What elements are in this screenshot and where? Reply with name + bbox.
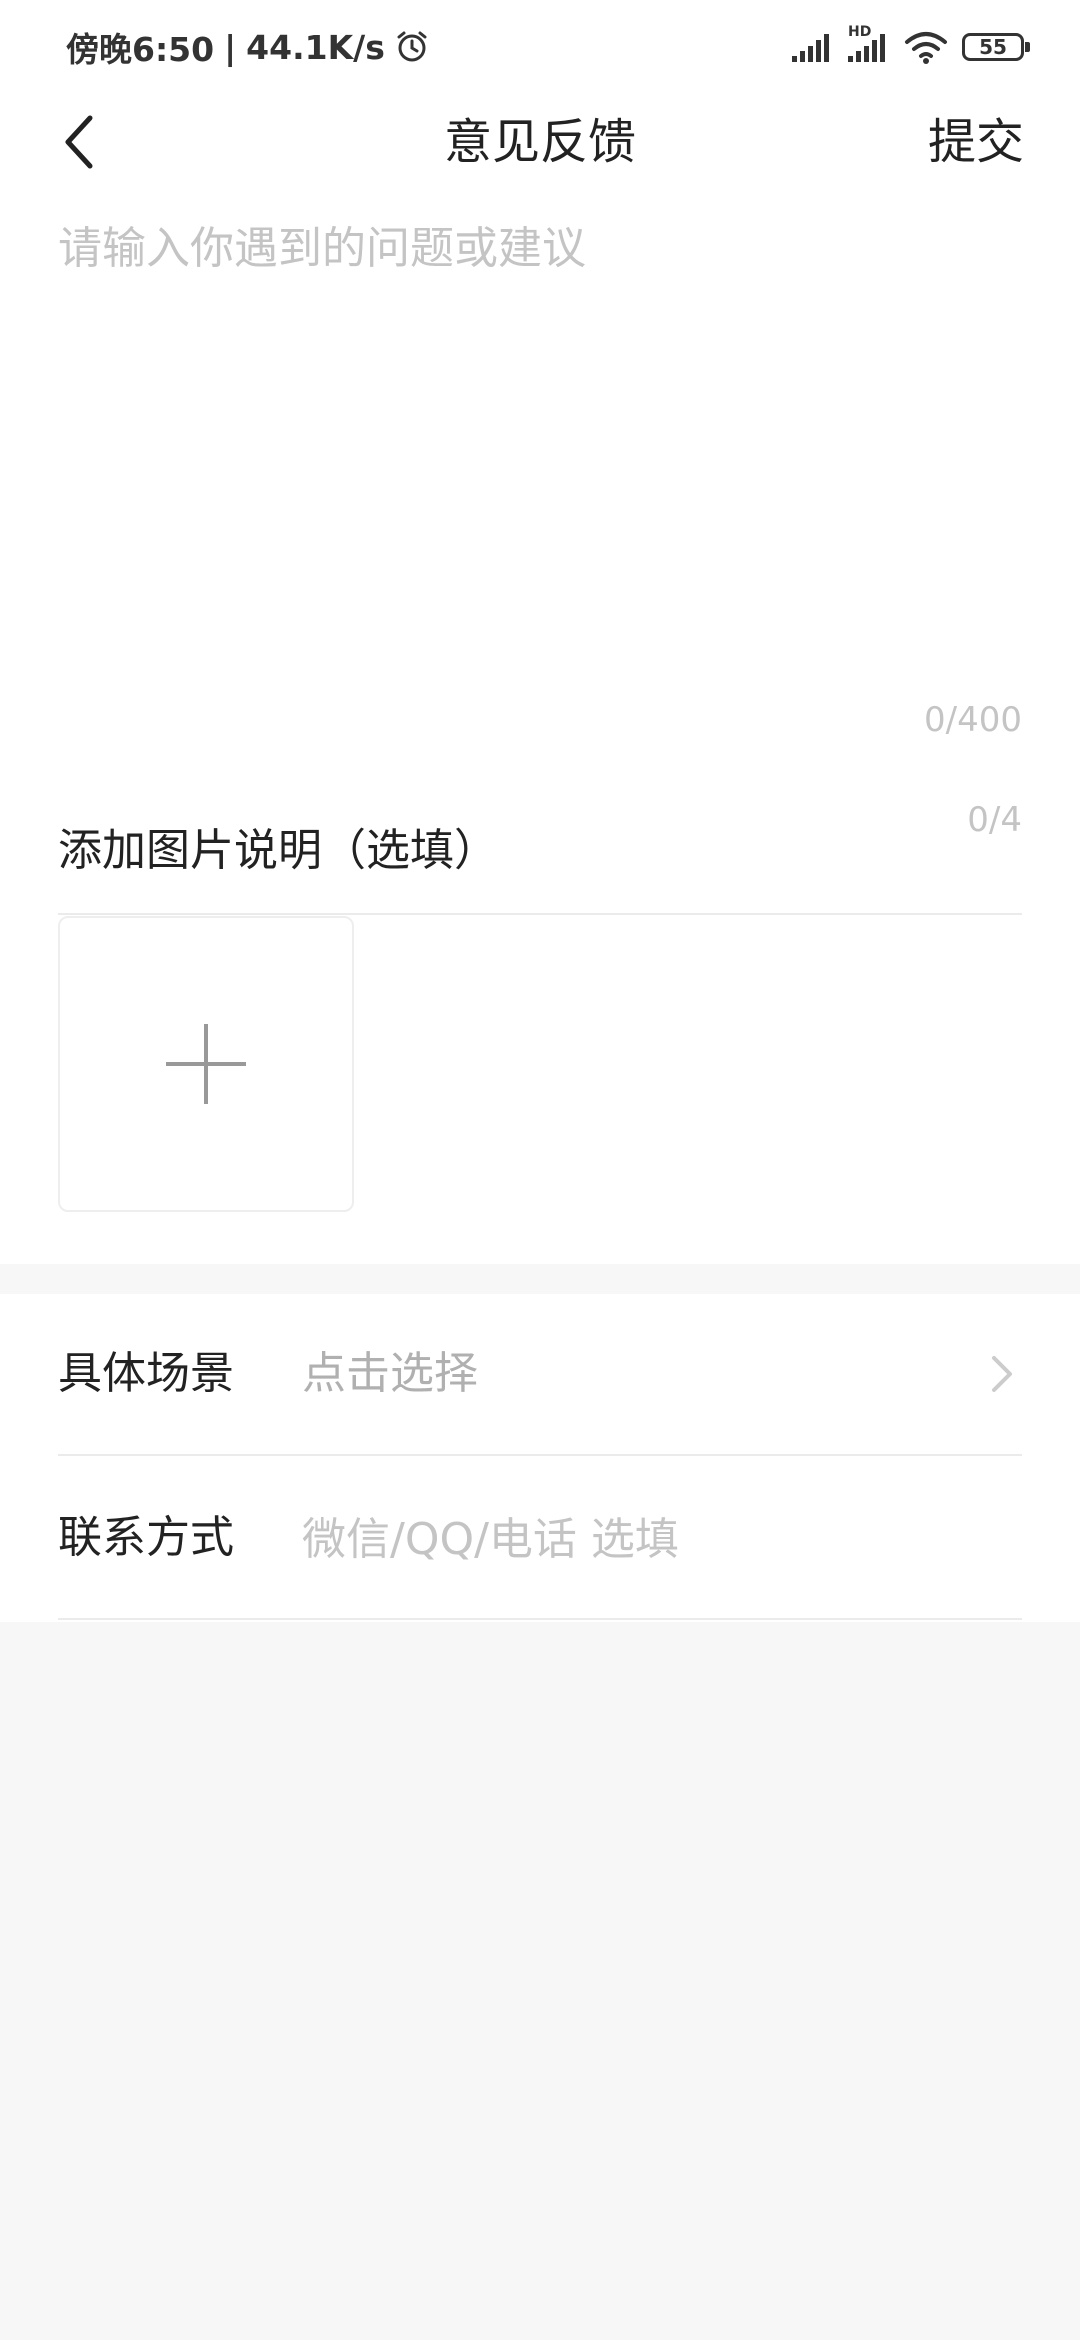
- status-bar: 傍晚6:50 | 44.1K/s HD 55: [0, 0, 1080, 92]
- char-count: 0/400: [924, 700, 1022, 740]
- hd-signal-icon: HD: [848, 24, 890, 62]
- chevron-right-icon: [982, 1349, 1022, 1399]
- page-title: 意见反馈: [443, 114, 636, 170]
- add-image-button[interactable]: [58, 916, 354, 1212]
- contact-input[interactable]: [302, 1508, 1002, 1570]
- header: 意见反馈 提交: [0, 92, 1080, 192]
- alarm-icon: [395, 30, 429, 64]
- back-button[interactable]: [50, 112, 110, 172]
- contact-row: 联系方式: [58, 1458, 1022, 1620]
- image-section-title: 添加图片说明（选填）: [58, 825, 498, 876]
- submit-button[interactable]: 提交: [928, 92, 1024, 192]
- feedback-page: 傍晚6:50 | 44.1K/s HD 55 意见反馈 提交 请输入你遇到的问题…: [0, 0, 1080, 2340]
- form-section: 具体场景 点击选择 联系方式: [0, 1294, 1080, 1622]
- feedback-section: 0/400 添加图片说明（选填） 0/4: [0, 192, 1080, 1264]
- scene-select[interactable]: 点击选择: [302, 1294, 478, 1456]
- wifi-icon: [904, 30, 948, 64]
- battery-level: 55: [979, 35, 1007, 59]
- feedback-input[interactable]: [58, 212, 1022, 672]
- status-right: HD 55: [792, 24, 1030, 70]
- scene-label: 具体场景: [58, 1348, 234, 1399]
- status-left: 傍晚6:50 | 44.1K/s: [66, 24, 429, 70]
- divider: [58, 913, 1022, 915]
- status-separator: |: [224, 27, 237, 67]
- signal-icon: [792, 32, 834, 62]
- hd-label: HD: [848, 24, 872, 40]
- scene-row[interactable]: 具体场景 点击选择: [58, 1294, 1022, 1456]
- status-time: 傍晚6:50: [66, 30, 215, 69]
- contact-label: 联系方式: [58, 1512, 234, 1563]
- section-gap: [0, 1264, 1080, 1294]
- network-speed: 44.1K/s: [246, 27, 385, 67]
- battery-icon: 55: [962, 33, 1030, 61]
- image-count: 0/4: [967, 800, 1022, 840]
- back-arrow-icon: [60, 114, 100, 170]
- plus-icon: [164, 1022, 248, 1106]
